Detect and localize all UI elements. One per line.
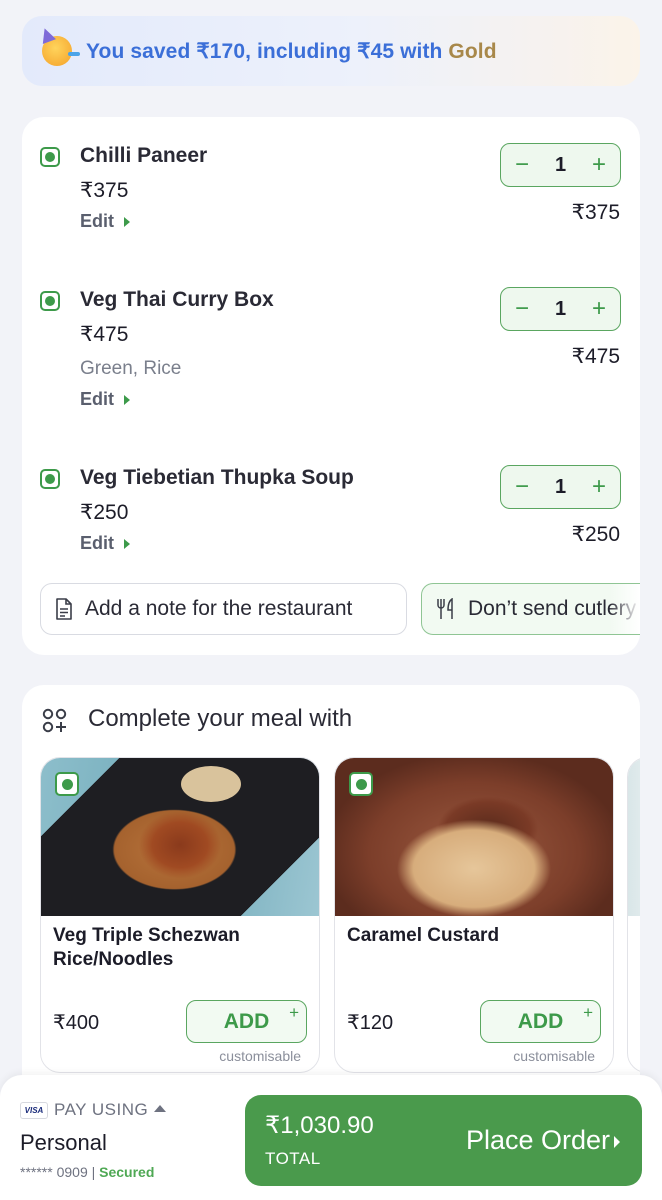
pay-using-label: PAY USING	[54, 1100, 149, 1119]
veg-icon	[40, 291, 60, 311]
savings-banner: You saved ₹170, including ₹45 with Gold	[22, 16, 640, 86]
dont-send-cutlery-toggle[interactable]: Don’t send cutlery	[421, 583, 640, 635]
add-note-label: Add a note for the restaurant	[85, 597, 353, 620]
place-order-button[interactable]: ₹1,030.90 TOTAL Place Order	[245, 1095, 642, 1186]
item-line-total: ₹475	[571, 345, 620, 368]
recommendation-name: Caramel Custard	[347, 925, 500, 946]
edit-item-link[interactable]: Edit	[80, 533, 130, 554]
recommendation-name: Veg Triple Schezwan Rice/Noodles	[53, 925, 240, 970]
recommendation-card[interactable]: Caramel Custard ₹120 ADD + customisable	[334, 757, 614, 1073]
edit-label: Edit	[80, 389, 114, 409]
add-button[interactable]: ADD +	[186, 1000, 307, 1043]
checkout-bar: VISA PAY USING Personal ****** 0909 | Se…	[0, 1075, 662, 1200]
customisable-label: customisable	[513, 1048, 595, 1064]
caret-right-icon	[124, 217, 130, 228]
payment-card-info: ****** 0909 | Secured	[20, 1164, 154, 1180]
increase-quantity-button[interactable]: +	[592, 475, 606, 499]
recommendation-price: ₹120	[347, 1012, 394, 1034]
payment-method-name[interactable]: Personal	[20, 1130, 107, 1156]
edit-item-link[interactable]: Edit	[80, 211, 130, 232]
caret-right-icon	[124, 395, 130, 406]
item-name: Chilli Paneer	[80, 144, 208, 167]
item-name: Veg Thai Curry Box	[80, 288, 274, 311]
plus-icon: +	[289, 1003, 299, 1022]
recommendations-section: Complete your meal with Veg Triple Schez…	[22, 685, 640, 1105]
visa-icon: VISA	[20, 1102, 48, 1119]
add-label: ADD	[223, 1009, 270, 1033]
caret-right-icon	[614, 1136, 620, 1148]
cutlery-label: Don’t send cutlery	[468, 597, 637, 620]
pay-using-selector[interactable]: PAY USING	[54, 1100, 167, 1120]
edit-item-link[interactable]: Edit	[80, 389, 130, 410]
item-line-total: ₹375	[571, 201, 620, 224]
item-customization: Green, Rice	[80, 358, 182, 379]
customisable-label: customisable	[219, 1048, 301, 1064]
veg-icon	[40, 147, 60, 167]
edit-label: Edit	[80, 211, 114, 231]
veg-icon	[349, 772, 373, 796]
recommendation-card-partial[interactable]	[627, 757, 640, 1073]
plus-icon: +	[583, 1003, 593, 1022]
food-image	[335, 758, 613, 916]
gold-label: Gold	[448, 39, 497, 63]
caret-up-icon	[154, 1105, 167, 1112]
add-button[interactable]: ADD +	[480, 1000, 601, 1043]
increase-quantity-button[interactable]: +	[592, 153, 606, 177]
masked-card-number: ****** 0909 |	[20, 1164, 100, 1180]
savings-amount-text: You saved ₹170, including ₹45 with	[86, 39, 449, 63]
item-price: ₹250	[80, 501, 129, 524]
recommendation-card[interactable]: Veg Triple Schezwan Rice/Noodles ₹400 AD…	[40, 757, 320, 1073]
decrease-quantity-button[interactable]: −	[515, 297, 529, 321]
secured-label: Secured	[99, 1164, 155, 1180]
food-image	[628, 758, 640, 916]
recommendation-price: ₹400	[53, 1012, 100, 1034]
veg-icon	[55, 772, 79, 796]
quantity-stepper: − 1 +	[500, 465, 621, 509]
document-icon	[55, 598, 73, 620]
item-price: ₹375	[80, 179, 129, 202]
decrease-quantity-button[interactable]: −	[515, 153, 529, 177]
food-image	[41, 758, 319, 916]
caret-right-icon	[124, 539, 130, 550]
edit-label: Edit	[80, 533, 114, 553]
quantity-value: 1	[554, 153, 567, 176]
cutlery-icon	[436, 598, 456, 620]
savings-text: You saved ₹170, including ₹45 with Gold	[86, 39, 497, 64]
order-total: ₹1,030.90	[265, 1112, 374, 1139]
total-label: TOTAL	[265, 1149, 321, 1168]
quantity-value: 1	[554, 297, 567, 320]
increase-quantity-button[interactable]: +	[592, 297, 606, 321]
veg-icon	[40, 469, 60, 489]
place-order-label: Place Order	[465, 1125, 610, 1155]
item-line-total: ₹250	[571, 523, 620, 546]
add-label: ADD	[517, 1009, 564, 1033]
add-grid-icon	[42, 708, 68, 739]
quantity-stepper: − 1 +	[500, 143, 621, 187]
cart-items-card: Chilli Paneer ₹375 Edit − 1 + ₹375 Veg T…	[22, 117, 640, 655]
item-price: ₹475	[80, 323, 129, 346]
decrease-quantity-button[interactable]: −	[515, 475, 529, 499]
party-face-icon	[42, 36, 80, 66]
item-name: Veg Tiebetian Thupka Soup	[80, 466, 354, 489]
quantity-value: 1	[554, 475, 567, 498]
add-note-button[interactable]: Add a note for the restaurant	[40, 583, 407, 635]
section-title: Complete your meal with	[88, 705, 353, 732]
quantity-stepper: − 1 +	[500, 287, 621, 331]
